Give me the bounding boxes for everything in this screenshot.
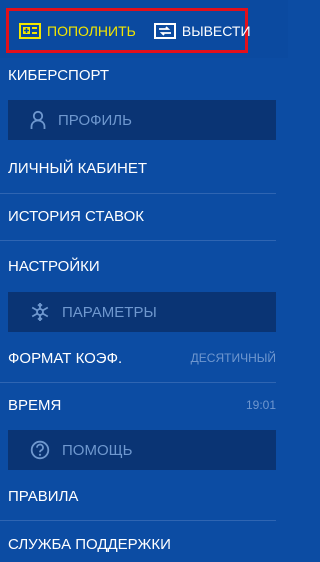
setting-label: ВРЕМЯ bbox=[8, 396, 62, 414]
menu-item-bet-history[interactable]: ИСТОРИЯ СТАВОК bbox=[0, 198, 278, 234]
divider bbox=[0, 520, 276, 521]
menu-item-support[interactable]: СЛУЖБА ПОДДЕРЖКИ bbox=[0, 526, 278, 562]
top-actions-bar: ПОПОЛНИТЬ ВЫВЕСТИ bbox=[0, 0, 288, 58]
menu-item-label: ПРАВИЛА bbox=[8, 487, 79, 505]
snowflake-gear-icon bbox=[30, 302, 50, 322]
menu-item-rules[interactable]: ПРАВИЛА bbox=[0, 478, 278, 514]
withdraw-label: ВЫВЕСТИ bbox=[181, 22, 251, 39]
menu-item-personal-cabinet[interactable]: ЛИЧНЫЙ КАБИНЕТ bbox=[0, 150, 278, 186]
wallet-plus-icon bbox=[19, 22, 41, 40]
menu-item-settings[interactable]: НАСТРОЙКИ bbox=[0, 248, 278, 284]
menu-item-label: ЛИЧНЫЙ КАБИНЕТ bbox=[8, 159, 148, 177]
divider bbox=[0, 193, 276, 194]
menu-item-label: НАСТРОЙКИ bbox=[8, 257, 100, 275]
setting-time[interactable]: ВРЕМЯ 19:01 bbox=[0, 387, 278, 423]
section-title: ПАРАМЕТРЫ bbox=[62, 303, 157, 321]
wallet-transfer-icon bbox=[153, 22, 176, 40]
menu-item-label: СЛУЖБА ПОДДЕРЖКИ bbox=[8, 535, 171, 553]
deposit-button[interactable]: ПОПОЛНИТЬ bbox=[9, 11, 136, 50]
user-icon bbox=[30, 110, 46, 130]
setting-label: ФОРМАТ КОЭФ. bbox=[8, 349, 123, 367]
odds-format-value[interactable]: ДЕСЯТИЧНЫЙ bbox=[191, 351, 278, 365]
section-header-help: ПОМОЩЬ bbox=[8, 430, 276, 470]
highlight-box: ПОПОЛНИТЬ ВЫВЕСТИ bbox=[6, 8, 251, 53]
section-header-profile: ПРОФИЛЬ bbox=[8, 100, 276, 140]
menu-item-label: ИСТОРИЯ СТАВОК bbox=[8, 207, 144, 225]
time-value: 19:01 bbox=[245, 398, 276, 412]
section-title: ПОМОЩЬ bbox=[62, 441, 133, 459]
divider bbox=[0, 382, 276, 383]
section-header-parameters: ПАРАМЕТРЫ bbox=[8, 292, 276, 332]
divider bbox=[0, 240, 276, 241]
setting-odds-format[interactable]: ФОРМАТ КОЭФ. ДЕСЯТИЧНЫЙ bbox=[0, 340, 278, 376]
menu-item-label: КИБЕРСПОРТ bbox=[8, 66, 109, 84]
question-circle-icon bbox=[30, 440, 50, 460]
withdraw-button[interactable]: ВЫВЕСТИ bbox=[144, 11, 251, 50]
section-title: ПРОФИЛЬ bbox=[58, 111, 132, 129]
menu-item-esports[interactable]: КИБЕРСПОРТ bbox=[0, 60, 278, 90]
deposit-label: ПОПОЛНИТЬ bbox=[47, 22, 136, 39]
